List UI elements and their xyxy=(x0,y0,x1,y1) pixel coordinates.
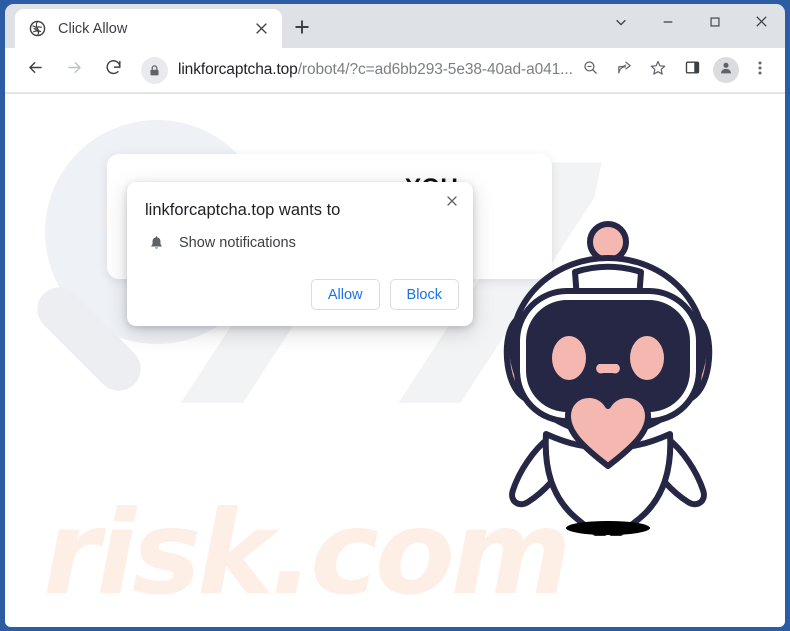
tab-strip: Click Allow xyxy=(5,4,785,48)
tab-search-button[interactable] xyxy=(597,4,644,44)
side-panel-icon xyxy=(684,59,701,81)
forward-button[interactable] xyxy=(58,54,90,86)
star-icon xyxy=(649,59,667,82)
toolbar-actions xyxy=(573,55,777,85)
globe-icon xyxy=(29,20,46,37)
three-dot-menu-icon xyxy=(752,60,768,81)
robot-mascot-icon xyxy=(483,206,733,543)
bookmark-button[interactable] xyxy=(643,55,673,85)
permission-request-row: Show notifications xyxy=(145,232,296,254)
new-tab-button[interactable] xyxy=(288,15,316,43)
close-window-button[interactable] xyxy=(738,4,785,44)
back-arrow-icon xyxy=(26,58,45,82)
lock-icon[interactable] xyxy=(141,56,168,84)
browser-tab-click-allow[interactable]: Click Allow xyxy=(15,9,282,48)
plus-icon xyxy=(294,19,310,40)
url-path: /robot4/?c=ad6bb293-5e38-40ad-a041... xyxy=(297,61,573,78)
allow-button[interactable]: Allow xyxy=(310,279,380,310)
zoom-out-button[interactable] xyxy=(575,55,605,85)
page-viewport: 77 risk.com YOU xyxy=(5,94,785,627)
minimize-button[interactable] xyxy=(644,4,691,44)
reload-icon xyxy=(104,58,123,82)
reload-button[interactable] xyxy=(97,54,129,86)
chrome-menu-button[interactable] xyxy=(745,55,775,85)
tab-title: Click Allow xyxy=(58,20,128,37)
browser-toolbar: linkforcaptcha.top/robot4/?c=ad6bb293-5e… xyxy=(5,48,785,93)
close-icon[interactable] xyxy=(249,17,273,41)
permission-dialog-buttons: Allow Block xyxy=(310,279,459,310)
block-button[interactable]: Block xyxy=(389,279,459,310)
window-controls xyxy=(597,4,785,44)
bell-icon xyxy=(145,232,167,254)
permission-dialog-title: linkforcaptcha.top wants to xyxy=(145,201,341,219)
back-button[interactable] xyxy=(19,54,51,86)
maximize-icon xyxy=(708,15,722,34)
notification-permission-dialog: linkforcaptcha.top wants to Show notific… xyxy=(127,182,473,326)
url-text: linkforcaptcha.top/robot4/?c=ad6bb293-5e… xyxy=(178,61,573,79)
share-button[interactable] xyxy=(609,55,639,85)
search-minus-icon xyxy=(582,59,599,81)
side-panel-button[interactable] xyxy=(677,55,707,85)
person-icon xyxy=(718,60,734,81)
address-bar[interactable]: linkforcaptcha.top/robot4/?c=ad6bb293-5e… xyxy=(141,55,573,85)
chevron-down-icon xyxy=(614,15,628,34)
maximize-button[interactable] xyxy=(691,4,738,44)
profile-avatar[interactable] xyxy=(713,57,739,83)
permission-label: Show notifications xyxy=(179,235,296,251)
forward-arrow-icon xyxy=(65,58,84,82)
close-icon xyxy=(754,14,769,34)
share-icon xyxy=(616,59,633,81)
minimize-icon xyxy=(661,15,675,34)
close-icon[interactable] xyxy=(439,188,465,214)
browser-window: Click Allow linkforcaptcha.top/robot4/?c… xyxy=(5,4,785,627)
url-host: linkforcaptcha.top xyxy=(178,61,298,78)
screenshot-root: Click Allow linkforcaptcha.top/robot4/?c… xyxy=(0,0,790,631)
